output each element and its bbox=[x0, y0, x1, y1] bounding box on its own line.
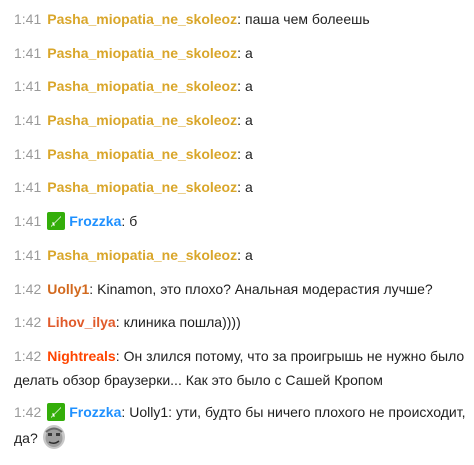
message-timestamp: 1:42 bbox=[14, 347, 42, 364]
message-text: а bbox=[245, 145, 253, 162]
colon-separator: : bbox=[237, 112, 242, 129]
colon-separator: : bbox=[115, 314, 120, 331]
username[interactable]: Nightreals bbox=[47, 348, 115, 364]
message-timestamp: 1:42 bbox=[14, 403, 42, 420]
message-text: а bbox=[245, 112, 253, 129]
chat-message: 1:42 Frozzka: Uolly1: ути, будто бы ничего… bbox=[14, 400, 466, 450]
chat-message: 1:42 Nightreals: Он злился потому, что за … bbox=[14, 344, 466, 392]
message-timestamp: 1:42 bbox=[14, 280, 42, 297]
username[interactable]: Pasha_miopatia_ne_skoleoz bbox=[47, 11, 237, 27]
chat-message: 1:41 Pasha_miopatia_ne_skoleoz: а bbox=[14, 41, 466, 65]
colon-separator: : bbox=[237, 145, 242, 162]
chat-message: 1:41 Pasha_miopatia_ne_skoleoz: а bbox=[14, 142, 466, 166]
username[interactable]: Lihov_ilya bbox=[47, 314, 115, 330]
chat-log: 1:41 Pasha_miopatia_ne_skoleoz: паша чем б… bbox=[0, 0, 474, 465]
colon-separator: : bbox=[237, 246, 242, 263]
message-timestamp: 1:41 bbox=[14, 78, 42, 95]
message-timestamp: 1:41 bbox=[14, 44, 42, 61]
username[interactable]: Pasha_miopatia_ne_skoleoz bbox=[47, 146, 237, 162]
colon-separator: : bbox=[237, 44, 242, 61]
username[interactable]: Pasha_miopatia_ne_skoleoz bbox=[47, 45, 237, 61]
chat-message: 1:41 Pasha_miopatia_ne_skoleoz: а bbox=[14, 108, 466, 132]
chat-message: 1:41 Pasha_miopatia_ne_skoleoz: а bbox=[14, 175, 466, 199]
username[interactable]: Uolly1 bbox=[47, 281, 89, 297]
username[interactable]: Pasha_miopatia_ne_skoleoz bbox=[47, 112, 237, 128]
colon-separator: : bbox=[89, 280, 94, 297]
chat-message: 1:41 Pasha_miopatia_ne_skoleoz: а bbox=[14, 243, 466, 267]
message-text: а bbox=[245, 78, 253, 95]
colon-separator: : bbox=[121, 403, 126, 420]
username[interactable]: Pasha_miopatia_ne_skoleoz bbox=[47, 247, 237, 263]
chat-message: 1:42 Uolly1: Kinamon, это плохо? Анальная … bbox=[14, 277, 466, 301]
colon-separator: : bbox=[115, 347, 120, 364]
message-text: б bbox=[129, 213, 138, 230]
message-timestamp: 1:41 bbox=[14, 145, 42, 162]
message-text: паша чем болеешь bbox=[245, 11, 370, 27]
message-timestamp: 1:41 bbox=[14, 213, 42, 230]
colon-separator: : bbox=[237, 11, 242, 27]
colon-separator: : bbox=[237, 179, 242, 196]
chat-message: 1:41 Frozzka: б bbox=[14, 209, 466, 233]
username[interactable]: Pasha_miopatia_ne_skoleoz bbox=[47, 179, 237, 195]
message-text: а bbox=[245, 179, 253, 196]
chat-message: 1:41 Pasha_miopatia_ne_skoleoz: паша чем б… bbox=[14, 7, 466, 31]
message-timestamp: 1:42 bbox=[14, 314, 42, 331]
message-timestamp: 1:41 bbox=[14, 179, 42, 196]
colon-separator: : bbox=[121, 213, 126, 230]
chat-message: 1:42 Lihov_ilya: клиника пошла)))) bbox=[14, 310, 466, 334]
chat-message: 1:41 Pasha_miopatia_ne_skoleoz: а bbox=[14, 74, 466, 98]
moderator-sword-icon[interactable] bbox=[47, 402, 66, 421]
kappa-face-emote[interactable] bbox=[41, 424, 67, 450]
message-text: а bbox=[245, 246, 253, 263]
username[interactable]: Frozzka bbox=[69, 213, 121, 229]
message-timestamp: 1:41 bbox=[14, 246, 42, 263]
message-text: клиника пошла)))) bbox=[123, 314, 241, 331]
username[interactable]: Pasha_miopatia_ne_skoleoz bbox=[47, 78, 237, 94]
moderator-sword-icon[interactable] bbox=[47, 212, 66, 231]
message-text: Kinamon, это плохо? Анальная модерастия … bbox=[97, 280, 433, 297]
message-timestamp: 1:41 bbox=[14, 112, 42, 129]
colon-separator: : bbox=[237, 78, 242, 95]
message-text: а bbox=[245, 44, 253, 61]
message-timestamp: 1:41 bbox=[14, 11, 42, 27]
username[interactable]: Frozzka bbox=[69, 404, 121, 420]
